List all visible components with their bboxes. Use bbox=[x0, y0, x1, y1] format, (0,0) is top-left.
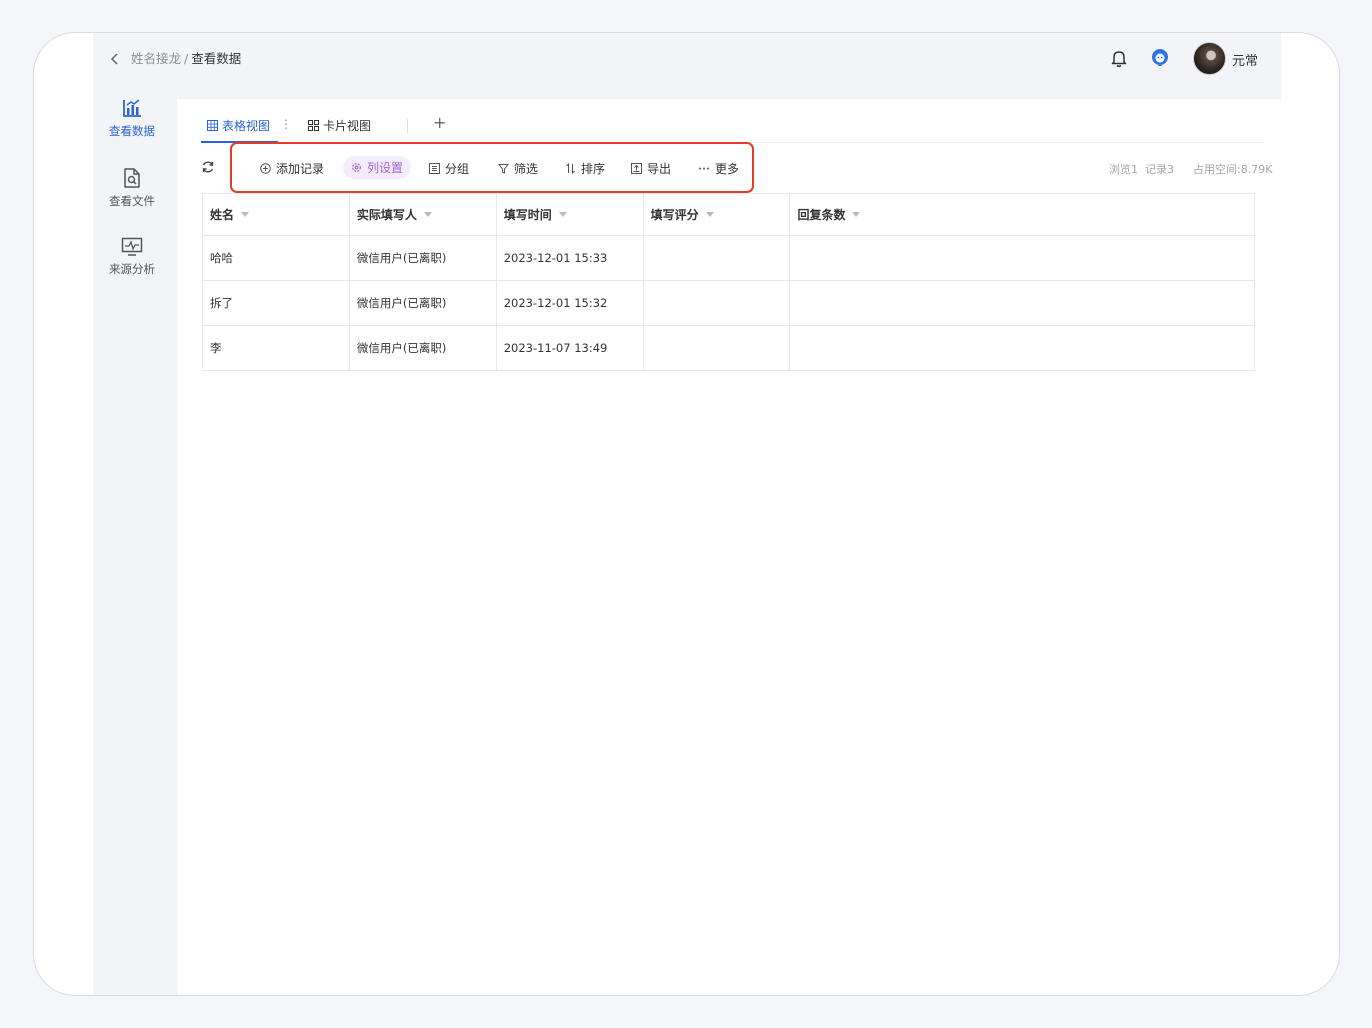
filter-button[interactable]: 筛选 bbox=[498, 160, 538, 177]
toolbar-label: 更多 bbox=[715, 162, 740, 176]
storage-usage: 占用空间:8.79K bbox=[1193, 163, 1273, 176]
column-header-fill-time[interactable]: 填写时间 bbox=[496, 194, 644, 236]
table-cell[interactable]: 2023-12-01 15:32 bbox=[496, 281, 644, 326]
chat-bot-icon[interactable] bbox=[1149, 47, 1171, 69]
sidebar-item-label: 查看文件 bbox=[109, 194, 155, 208]
add-tab-button[interactable]: + bbox=[433, 113, 446, 132]
tab-table-view[interactable]: 表格视图 bbox=[207, 117, 270, 134]
avatar[interactable] bbox=[1193, 42, 1226, 75]
table-cell[interactable]: 2023-12-01 15:33 bbox=[496, 236, 644, 281]
column-header-label: 填写评分 bbox=[650, 208, 699, 222]
table-cell[interactable]: 微信用户(已离职) bbox=[349, 326, 497, 371]
table-cell[interactable] bbox=[643, 281, 791, 326]
toolbar-label: 添加记录 bbox=[276, 162, 325, 176]
table-row[interactable]: 李 微信用户(已离职) 2023-11-07 13:49 bbox=[203, 326, 1255, 371]
device-frame: 姓名接龙 / 查看数据 元常 查看数据 查看文件 来源分析 表格视图 ⋮ 卡片视… bbox=[33, 32, 1340, 996]
more-dots-icon bbox=[699, 167, 709, 170]
table-cell[interactable]: 哈哈 bbox=[203, 236, 350, 281]
sidebar-item-view-files[interactable]: 查看文件 bbox=[93, 167, 171, 209]
bar-chart-icon bbox=[123, 99, 141, 117]
table-cell[interactable] bbox=[790, 281, 1255, 326]
caret-down-icon[interactable] bbox=[558, 212, 567, 217]
caret-down-icon[interactable] bbox=[705, 212, 714, 217]
toolbar-label: 筛选 bbox=[514, 162, 539, 176]
bell-icon[interactable] bbox=[1109, 48, 1129, 68]
app-window: 姓名接龙 / 查看数据 元常 查看数据 查看文件 来源分析 表格视图 ⋮ 卡片视… bbox=[93, 33, 1281, 995]
table-cell[interactable]: 李 bbox=[203, 326, 350, 371]
column-header-reply-count[interactable]: 回复条数 bbox=[790, 194, 1255, 236]
table-cell[interactable]: 微信用户(已离职) bbox=[349, 281, 497, 326]
breadcrumb: 姓名接龙 / 查看数据 bbox=[131, 50, 241, 68]
refresh-icon[interactable] bbox=[201, 160, 215, 174]
export-button[interactable]: 导出 bbox=[631, 160, 671, 177]
plus-circle-icon bbox=[260, 163, 271, 174]
column-header-filler[interactable]: 实际填写人 bbox=[349, 194, 497, 236]
group-button[interactable]: 分组 bbox=[429, 160, 469, 177]
tab-card-view[interactable]: 卡片视图 bbox=[308, 117, 371, 134]
sort-icon bbox=[566, 163, 575, 174]
caret-down-icon[interactable] bbox=[241, 212, 250, 217]
card-grid-icon bbox=[308, 120, 319, 131]
toolbar-label: 排序 bbox=[581, 162, 606, 176]
filter-icon bbox=[498, 164, 509, 174]
toolbar-label: 导出 bbox=[647, 162, 672, 176]
caret-down-icon[interactable] bbox=[852, 212, 861, 217]
records-count: 记录3 bbox=[1145, 163, 1174, 176]
table-cell[interactable] bbox=[790, 236, 1255, 281]
tab-label: 表格视图 bbox=[222, 119, 271, 133]
table-cell[interactable] bbox=[643, 236, 791, 281]
user-name[interactable]: 元常 bbox=[1232, 50, 1258, 69]
group-icon bbox=[429, 163, 440, 174]
column-header-label: 填写时间 bbox=[503, 208, 552, 222]
monitor-chart-icon bbox=[121, 237, 143, 256]
sidebar-item-label: 查看数据 bbox=[109, 124, 155, 138]
table-cell[interactable]: 微信用户(已离职) bbox=[349, 236, 497, 281]
file-search-icon bbox=[124, 168, 140, 188]
column-settings-button[interactable]: 列设置 bbox=[343, 156, 412, 179]
column-header-label: 姓名 bbox=[210, 208, 235, 222]
chevron-left-icon[interactable] bbox=[108, 51, 122, 67]
tab-divider bbox=[407, 119, 408, 133]
breadcrumb-parent[interactable]: 姓名接龙 bbox=[131, 51, 181, 66]
table-row[interactable]: 拆了 微信用户(已离职) 2023-12-01 15:32 bbox=[203, 281, 1255, 326]
tab-more-icon[interactable]: ⋮ bbox=[280, 117, 292, 131]
breadcrumb-separator: / bbox=[184, 51, 189, 66]
column-header-name[interactable]: 姓名 bbox=[203, 194, 350, 236]
table-cell[interactable]: 2023-11-07 13:49 bbox=[496, 326, 644, 371]
table-grid-icon bbox=[207, 120, 218, 131]
table-cell[interactable] bbox=[643, 326, 791, 371]
data-table: 姓名 实际填写人 填写时间 填写评分 回复条数 哈哈 微信用户(已离职) 202… bbox=[202, 193, 1255, 371]
toolbar-label: 分组 bbox=[445, 162, 470, 176]
column-header-label: 回复条数 bbox=[797, 208, 846, 222]
column-header-score[interactable]: 填写评分 bbox=[643, 194, 791, 236]
more-button[interactable]: 更多 bbox=[698, 160, 739, 177]
content-panel: 表格视图 ⋮ 卡片视图 + 添加记录 列设置 分组 筛选 排序 导出 更多 浏览… bbox=[177, 99, 1281, 995]
add-record-button[interactable]: 添加记录 bbox=[260, 160, 324, 177]
sidebar-item-source-analysis[interactable]: 来源分析 bbox=[93, 237, 171, 277]
table-cell[interactable] bbox=[790, 326, 1255, 371]
toolbar-label: 列设置 bbox=[367, 161, 404, 175]
top-bar: 姓名接龙 / 查看数据 元常 bbox=[93, 33, 1281, 97]
sort-button[interactable]: 排序 bbox=[565, 160, 605, 177]
caret-down-icon[interactable] bbox=[423, 212, 432, 217]
export-icon bbox=[631, 163, 642, 174]
sidebar-item-label: 来源分析 bbox=[109, 262, 155, 276]
settings-icon bbox=[352, 163, 361, 172]
table-row[interactable]: 哈哈 微信用户(已离职) 2023-12-01 15:33 bbox=[203, 236, 1255, 281]
views-count: 浏览1 bbox=[1109, 163, 1138, 176]
sidebar-item-view-data[interactable]: 查看数据 bbox=[93, 97, 171, 139]
table-cell[interactable]: 拆了 bbox=[203, 281, 350, 326]
view-tabs: 表格视图 ⋮ 卡片视图 + bbox=[201, 113, 1265, 143]
column-header-label: 实际填写人 bbox=[356, 208, 417, 222]
breadcrumb-current: 查看数据 bbox=[191, 51, 242, 66]
tab-label: 卡片视图 bbox=[323, 119, 372, 133]
table-header-row: 姓名 实际填写人 填写时间 填写评分 回复条数 bbox=[203, 194, 1255, 236]
